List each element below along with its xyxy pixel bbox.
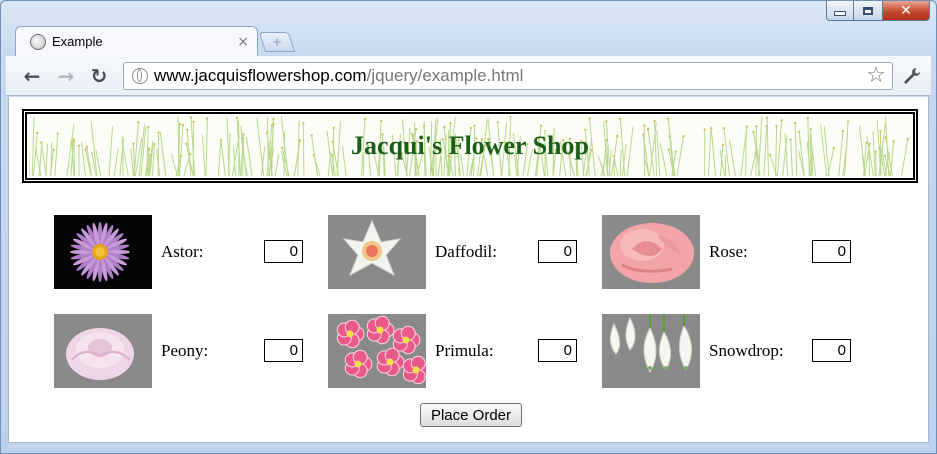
wrench-icon — [904, 68, 920, 84]
primula-photo — [328, 314, 426, 388]
back-arrow-icon: ← — [23, 64, 41, 88]
place-order-button[interactable]: Place Order — [420, 403, 522, 427]
snowdrop-photo — [602, 314, 700, 388]
header-banner: Jacqui's Flower Shop — [22, 109, 918, 183]
flower-label: Astor: — [161, 242, 204, 261]
quantity-input[interactable] — [538, 339, 577, 362]
peony-photo — [54, 314, 152, 388]
flower-label: Snowdrop: — [709, 341, 784, 360]
window-bottom-edge — [8, 442, 929, 448]
reload-icon: ↻ — [90, 64, 108, 88]
page-globe-icon — [30, 33, 46, 50]
new-tab-button[interactable]: + — [258, 32, 296, 52]
close-icon: ✕ — [900, 2, 912, 19]
flower-item-primula: Primula: — [328, 314, 578, 388]
tab-title: Example — [52, 34, 103, 49]
quantity-input[interactable] — [812, 240, 851, 263]
tab-close-icon[interactable]: × — [237, 34, 249, 50]
window-controls: ✕ — [826, 1, 930, 21]
shop-title: Jacqui's Flower Shop — [351, 131, 589, 160]
close-window-button[interactable]: ✕ — [882, 1, 930, 21]
minimize-button[interactable] — [826, 1, 854, 21]
banner-grass-background: Jacqui's Flower Shop — [29, 116, 911, 176]
forward-arrow-icon: → — [57, 64, 75, 88]
flower-label: Primula: — [435, 341, 494, 360]
flower-label: Rose: — [709, 242, 748, 261]
flower-item-daffodil: Daffodil: — [328, 215, 578, 289]
minimize-icon — [834, 11, 846, 16]
tab-example[interactable]: Example × — [15, 26, 258, 56]
url-text: www.jacquisflowershop.com/jquery/example… — [154, 66, 523, 86]
quantity-input[interactable] — [538, 240, 577, 263]
quantity-input[interactable] — [812, 339, 851, 362]
url-domain: www.jacquisflowershop.com — [154, 66, 367, 85]
quantity-input[interactable] — [264, 339, 303, 362]
flower-item-snowdrop: Snowdrop: — [602, 314, 852, 388]
flower-item-rose: Rose: — [602, 215, 852, 289]
flower-item-peony: Peony: — [54, 314, 304, 388]
back-button[interactable]: ← — [20, 64, 44, 88]
address-bar[interactable]: www.jacquisflowershop.com/jquery/example… — [123, 62, 893, 90]
flower-label: Daffodil: — [435, 242, 498, 261]
aster-photo — [54, 215, 152, 289]
toolbar: ← → ↻ www.jacquisflowershop.com/jquery/e… — [6, 56, 931, 96]
daffodil-photo — [328, 215, 426, 289]
page-viewport: Jacqui's Flower Shop Astor: 0 Daffodil: … — [8, 97, 929, 442]
flower-item-astor: Astor: — [54, 215, 304, 289]
browser-window: ✕ Example × + ← → ↻ www.jacquisflowersho… — [0, 0, 937, 454]
bookmark-star-icon[interactable]: ☆ — [866, 65, 886, 87]
settings-wrench-button[interactable] — [899, 64, 925, 88]
url-path: /jquery/example.html — [366, 66, 524, 85]
rose-photo — [602, 215, 700, 289]
reload-button[interactable]: ↻ — [87, 64, 111, 88]
maximize-icon — [863, 6, 873, 15]
plus-icon: + — [271, 35, 283, 49]
forward-button[interactable]: → — [54, 64, 78, 88]
quantity-input[interactable] — [264, 240, 303, 263]
maximize-button[interactable] — [854, 1, 882, 21]
globe-icon — [132, 68, 148, 84]
flower-label: Peony: — [161, 341, 209, 360]
